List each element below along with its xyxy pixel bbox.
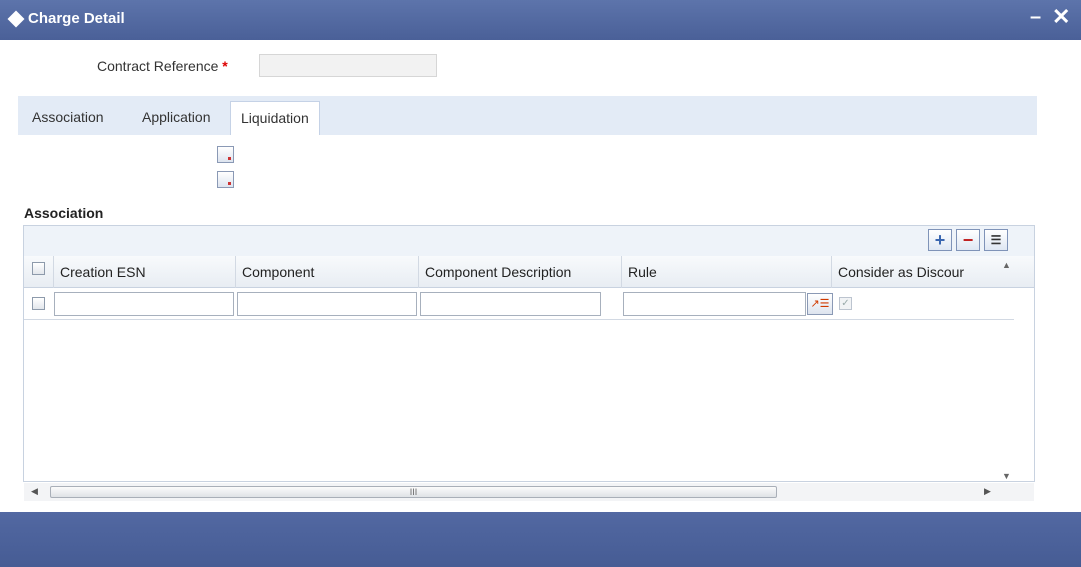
title-bar: Charge Detail – ✕ <box>0 0 1081 40</box>
component-description-input[interactable] <box>420 292 601 316</box>
table-row: ↗☰ ✓ <box>24 288 1014 320</box>
close-button[interactable]: ✕ <box>1052 4 1070 30</box>
required-marker: * <box>222 58 228 74</box>
tab-application[interactable]: Application <box>132 101 221 135</box>
scroll-right-icon[interactable]: ▶ <box>984 486 991 497</box>
contract-reference-label: Contract Reference * <box>97 58 228 74</box>
contract-reference-text: Contract Reference <box>97 58 219 74</box>
scroll-up-icon[interactable]: ▲ <box>1002 260 1011 270</box>
scroll-left-icon[interactable]: ◀ <box>31 486 38 497</box>
select-all-column <box>24 256 54 288</box>
tab-strip: Association Application Liquidation <box>18 96 1037 135</box>
detail-button[interactable] <box>217 171 234 188</box>
rule-input[interactable] <box>623 292 806 316</box>
creation-esn-input[interactable] <box>54 292 234 316</box>
delete-row-button[interactable]: − <box>956 229 980 251</box>
association-grid: + − ☰ Creation ESN Component Component D… <box>23 225 1035 501</box>
column-header-component[interactable]: Component <box>236 256 419 288</box>
detail-button[interactable] <box>217 146 234 163</box>
horizontal-scrollbar[interactable]: ◀ III ▶ <box>24 483 1034 501</box>
grid-header: Creation ESN Component Component Descrip… <box>24 256 1034 288</box>
row-select-checkbox[interactable] <box>32 297 45 310</box>
grid-toolbar: + − ☰ <box>24 226 1034 256</box>
scroll-down-icon[interactable]: ▼ <box>1002 471 1011 481</box>
tab-association[interactable]: Association <box>22 101 114 135</box>
scroll-thumb[interactable]: III <box>50 486 777 498</box>
column-header-creation-esn[interactable]: Creation ESN <box>54 256 236 288</box>
component-input[interactable] <box>237 292 417 316</box>
diamond-icon <box>7 10 25 28</box>
window-title: Charge Detail <box>28 10 125 27</box>
contract-reference-input[interactable] <box>259 54 437 77</box>
consider-as-discount-checkbox: ✓ <box>839 297 852 310</box>
minus-icon: − <box>962 230 974 250</box>
single-view-button[interactable]: ☰ <box>984 229 1008 251</box>
lov-search-icon[interactable]: ↗☰ <box>807 293 833 315</box>
add-row-button[interactable]: + <box>928 229 952 251</box>
section-title: Association <box>24 205 104 221</box>
vertical-scrollbar[interactable]: ▲ ▼ <box>992 256 1034 482</box>
column-header-rule[interactable]: Rule <box>622 256 832 288</box>
select-all-checkbox[interactable] <box>32 262 45 275</box>
column-header-consider-as-discount[interactable]: Consider as Discour <box>832 256 997 288</box>
plus-icon: + <box>934 230 946 250</box>
column-header-component-description[interactable]: Component Description <box>419 256 622 288</box>
list-icon: ☰ <box>990 233 1002 247</box>
minimize-button[interactable]: – <box>1030 6 1041 29</box>
tab-liquidation[interactable]: Liquidation <box>230 101 320 135</box>
footer-bar <box>0 512 1081 567</box>
